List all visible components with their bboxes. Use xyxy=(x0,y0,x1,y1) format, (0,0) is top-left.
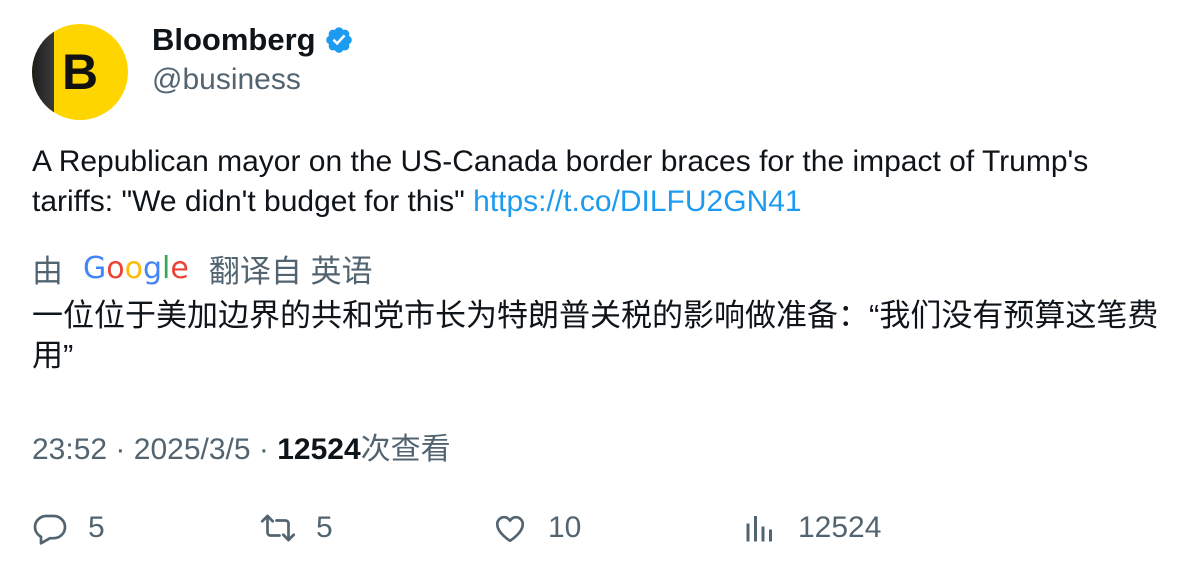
heart-icon xyxy=(495,515,525,543)
views-count: 12524 xyxy=(277,433,361,466)
views-button[interactable]: 12524 xyxy=(742,510,881,546)
tweet-text: A Republican mayor on the US-Canada bord… xyxy=(32,142,1172,222)
author-handle[interactable]: @business xyxy=(152,63,301,97)
translation-prefix: 由 xyxy=(32,254,63,289)
avatar[interactable]: B xyxy=(32,24,128,120)
author-name-row: Bloomberg xyxy=(152,22,354,58)
views-count-action: 12524 xyxy=(798,511,882,544)
translation-attribution: 由 Google 翻译自 英语 xyxy=(32,246,372,291)
like-button[interactable]: 10 xyxy=(492,510,581,546)
reply-count: 5 xyxy=(88,511,105,544)
reply-icon xyxy=(33,514,67,545)
retweet-count: 5 xyxy=(316,511,333,544)
reply-button[interactable]: 5 xyxy=(32,510,105,546)
google-logo: Google xyxy=(83,251,189,286)
meta-separator: · xyxy=(115,433,126,466)
tweet-time[interactable]: 23:52 xyxy=(32,433,107,466)
meta-separator: · xyxy=(258,433,269,466)
verified-badge-icon xyxy=(325,27,352,53)
translated-text: 一位位于美加边界的共和党市长为特朗普关税的影响做准备：“我们没有预算这笔费用” xyxy=(32,298,1159,373)
retweet-button[interactable]: 5 xyxy=(260,510,333,546)
translation-suffix[interactable]: 翻译自 英语 xyxy=(209,246,373,291)
author-name[interactable]: Bloomberg xyxy=(152,22,316,58)
tweet-meta: 23:52 · 2025/3/5 · 12524次查看 xyxy=(32,424,451,468)
analytics-icon xyxy=(746,516,772,542)
views-label: 次查看 xyxy=(360,433,451,466)
avatar-letter: B xyxy=(61,44,99,100)
tweet-date[interactable]: 2025/3/5 xyxy=(134,433,251,466)
tweet-link[interactable]: https://t.co/DILFU2GN41 xyxy=(473,185,801,218)
like-count: 10 xyxy=(548,511,582,544)
action-bar: 5 5 10 12524 xyxy=(32,510,1172,554)
retweet-icon xyxy=(260,514,296,542)
